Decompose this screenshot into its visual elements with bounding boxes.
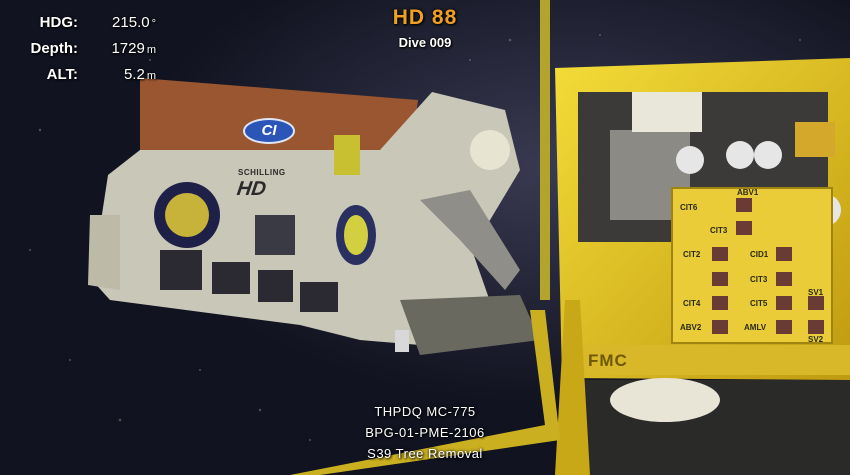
frame-cutout	[300, 282, 338, 312]
vehicle-name: HD 88	[392, 6, 458, 29]
arm-light	[395, 330, 409, 352]
altitude-number: 5.2	[123, 66, 145, 83]
caption-line-1: THPDQ MC-775	[374, 404, 476, 419]
valve-label: SV2	[808, 335, 824, 344]
valve-label: CIT6	[680, 203, 698, 212]
frame-cutout	[160, 250, 202, 290]
valve-label: CIT4	[683, 299, 701, 308]
frame-cutout	[212, 262, 250, 294]
altitude-value: 5.2 m	[84, 66, 174, 83]
altitude-unit: m	[146, 70, 156, 82]
valve-plate	[795, 122, 835, 157]
caption-line-2: BPG-01-PME-2106	[365, 425, 485, 440]
valve-handle	[712, 320, 728, 334]
rov-side-panel	[88, 215, 120, 290]
valve-label: ABV1	[737, 188, 759, 197]
altitude-label: ALT:	[46, 66, 78, 83]
valve-handle	[712, 296, 728, 310]
fmc-logo: FMC	[588, 351, 628, 370]
thruster-right-blades	[344, 215, 368, 255]
valve-handle	[776, 247, 792, 261]
valve-label: AMLV	[744, 323, 767, 332]
gauge-1	[676, 146, 704, 174]
gauge-3	[754, 141, 782, 169]
valve-handle	[712, 272, 728, 286]
ci-logo: CI	[243, 118, 295, 144]
thruster-left-blades	[165, 193, 209, 237]
valve-label: CIT2	[683, 250, 701, 259]
valve-handle	[776, 320, 792, 334]
valve-label: CIT3	[710, 226, 728, 235]
valve-label: SV1	[808, 288, 824, 297]
valve-handle	[736, 221, 752, 235]
valve-handle	[808, 320, 824, 334]
valve-label: CIT3	[750, 275, 768, 284]
valve-handle	[712, 247, 728, 261]
valve-label: CIT5	[750, 299, 768, 308]
caption-line-3: S39 Tree Removal	[367, 446, 483, 461]
valve-handle	[776, 272, 792, 286]
valve-label: CID1	[750, 250, 769, 259]
valve-handle	[808, 296, 824, 310]
gauge-2	[726, 141, 754, 169]
valve-label: ABV2	[680, 323, 702, 332]
rov-light-glow	[470, 130, 510, 170]
valve-handle	[776, 296, 792, 310]
hd-logo: HD	[235, 178, 268, 200]
dive-label: Dive 009	[398, 35, 452, 50]
valve-handle	[736, 198, 752, 212]
yellow-bracket	[334, 135, 360, 175]
frame-cutout	[255, 215, 295, 255]
frame-cutout	[258, 270, 293, 302]
schilling-logo-text: SCHILLING	[238, 168, 286, 177]
insulation-block	[632, 92, 702, 132]
